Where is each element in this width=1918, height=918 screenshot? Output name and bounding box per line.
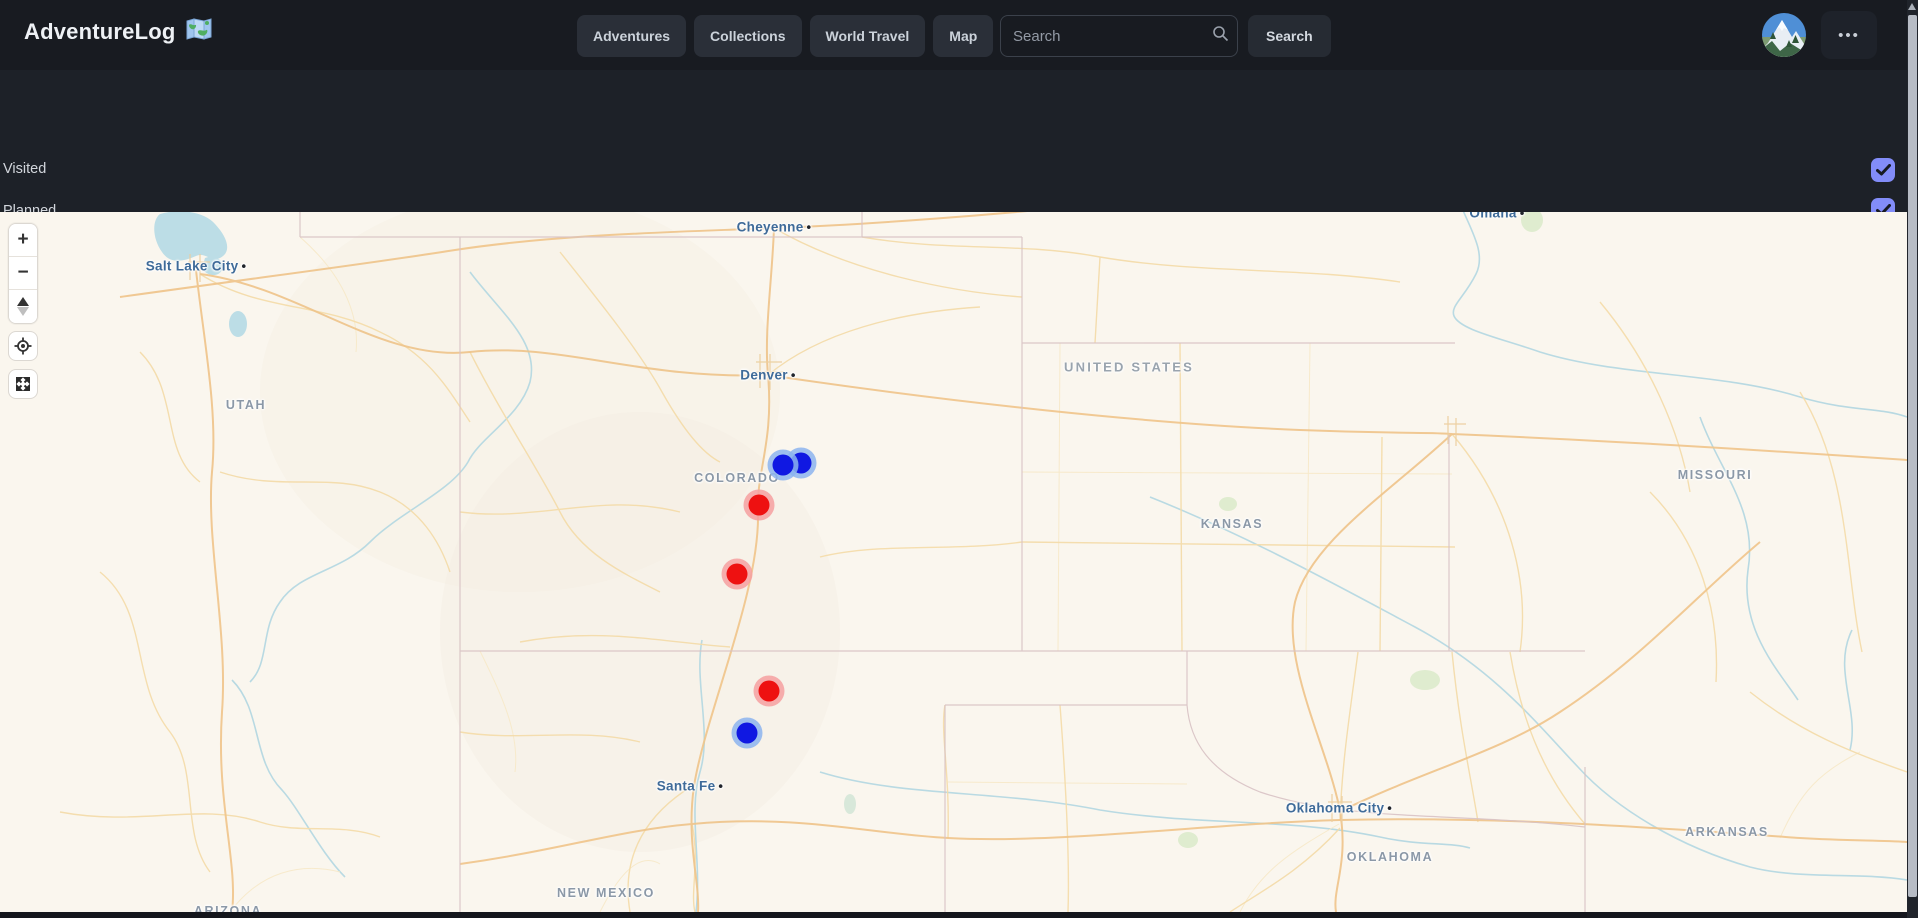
adventure-marker-blue[interactable]	[768, 450, 799, 481]
fullscreen-icon	[14, 375, 32, 393]
page-scrollbar[interactable]	[1907, 0, 1918, 918]
nav-adventures[interactable]: Adventures	[577, 15, 686, 57]
adventure-marker-red[interactable]	[754, 676, 785, 707]
map-emoji-icon	[185, 17, 213, 46]
marker-core	[773, 455, 794, 476]
locate-icon	[14, 337, 32, 355]
marker-core	[749, 495, 770, 516]
zoom-out-button[interactable]: −	[9, 257, 37, 290]
nav-collections[interactable]: Collections	[694, 15, 801, 57]
nav-map[interactable]: Map	[933, 15, 993, 57]
zoom-control-group: + −	[8, 223, 38, 324]
geolocate-button[interactable]	[8, 331, 38, 361]
dots-icon: •••	[1838, 27, 1860, 44]
scrollbar-up-arrow[interactable]	[1908, 3, 1916, 10]
search-input[interactable]	[1013, 28, 1212, 45]
search-box[interactable]	[1000, 15, 1238, 57]
map-canvas[interactable]: UNITED STATESUTAHCOLORADOKANSASMISSOURIN…	[0, 212, 1907, 912]
search-icon	[1212, 25, 1229, 47]
adventure-marker-red[interactable]	[744, 490, 775, 521]
navbar-right: •••	[1762, 11, 1877, 59]
check-icon	[1876, 164, 1891, 176]
basemap-tiles	[0, 212, 1907, 912]
overflow-menu-button[interactable]: •••	[1821, 11, 1877, 59]
marker-core	[759, 681, 780, 702]
visited-label: Visited	[3, 161, 46, 177]
main-nav: Adventures Collections World Travel Map	[577, 15, 993, 57]
search-area: Search	[1000, 15, 1331, 57]
app-title: AdventureLog	[24, 19, 176, 45]
search-button[interactable]: Search	[1248, 15, 1331, 57]
marker-core	[727, 564, 748, 585]
map-filter-panel: Visited Planned Add New Adventure Show B…	[0, 70, 1907, 212]
adventure-marker-red[interactable]	[722, 559, 753, 590]
visited-checkbox[interactable]	[1871, 158, 1895, 182]
scrollbar-thumb[interactable]	[1908, 15, 1917, 897]
compass-button[interactable]	[9, 290, 37, 323]
compass-icon	[17, 297, 29, 306]
app-logo[interactable]: AdventureLog	[24, 17, 213, 46]
navbar: AdventureLog Adventures Collections Worl…	[0, 0, 1907, 70]
adventurelog-app: AdventureLog Adventures Collections Worl…	[0, 0, 1907, 918]
fullscreen-button[interactable]	[8, 369, 38, 399]
nav-world-travel[interactable]: World Travel	[810, 15, 926, 57]
marker-core	[737, 723, 758, 744]
zoom-in-button[interactable]: +	[9, 224, 37, 257]
adventure-marker-blue[interactable]	[732, 718, 763, 749]
user-avatar[interactable]	[1762, 13, 1806, 57]
